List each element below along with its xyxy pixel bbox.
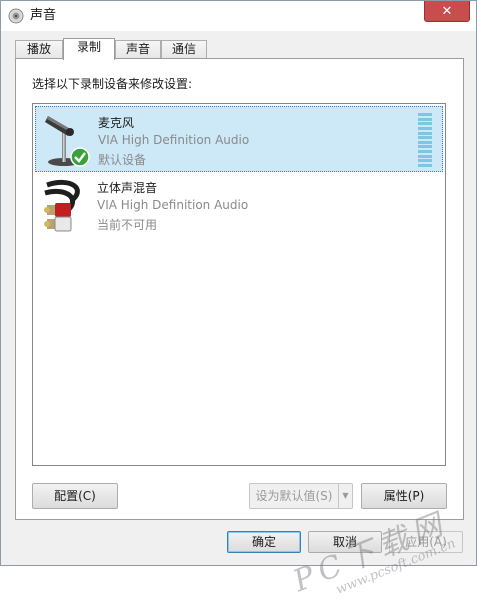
set-default-button[interactable]: 设为默认值(S) ▼	[249, 483, 353, 509]
device-row-microphone[interactable]: 麦克风 VIA High Definition Audio 默认设备	[35, 106, 443, 172]
close-button[interactable]: ✕	[424, 1, 470, 22]
title-bar: 声音 ✕	[1, 1, 476, 31]
speaker-icon	[8, 8, 24, 24]
tab-recording[interactable]: 录制	[63, 38, 115, 60]
set-default-label: 设为默认值(S)	[255, 489, 333, 503]
device-name: 麦克风	[98, 116, 135, 130]
instruction-text: 选择以下录制设备来修改设置:	[32, 77, 193, 91]
apply-button[interactable]: 应用(A)	[389, 531, 463, 553]
device-name: 立体声混音	[97, 181, 158, 195]
level-meter	[418, 113, 432, 167]
tab-playback[interactable]: 播放	[15, 40, 63, 59]
device-list[interactable]: 麦克风 VIA High Definition Audio 默认设备 立体声混音…	[32, 103, 446, 466]
device-status: 默认设备	[98, 153, 147, 167]
green-check-icon	[70, 147, 90, 167]
device-driver: VIA High Definition Audio	[97, 198, 249, 212]
configure-button[interactable]: 配置(C)	[32, 483, 118, 509]
window-title: 声音	[30, 8, 57, 23]
stereo-cable-icon	[44, 179, 80, 232]
ok-button[interactable]: 确定	[227, 531, 301, 553]
tab-sounds[interactable]: 声音	[115, 40, 161, 59]
cancel-button[interactable]: 取消	[308, 531, 382, 553]
device-driver: VIA High Definition Audio	[98, 133, 250, 147]
device-status: 当前不可用	[97, 218, 158, 232]
tab-communications[interactable]: 通信	[161, 40, 207, 59]
close-icon: ✕	[441, 3, 453, 19]
sound-dialog: 声音 ✕ 播放 录制 声音 通信 选择以下录制设备来修改设置: 麦克风 VIA …	[0, 0, 477, 599]
device-row-stereo-mix[interactable]: 立体声混音 VIA High Definition Audio 当前不可用	[35, 172, 443, 238]
watermark: PC下载网 www.pcsoft.com.cn	[288, 506, 458, 612]
recording-panel: 选择以下录制设备来修改设置: 麦克风 VIA High Definition A…	[15, 58, 464, 520]
dropdown-arrow-icon[interactable]: ▼	[338, 484, 352, 508]
properties-button[interactable]: 属性(P)	[361, 483, 447, 509]
